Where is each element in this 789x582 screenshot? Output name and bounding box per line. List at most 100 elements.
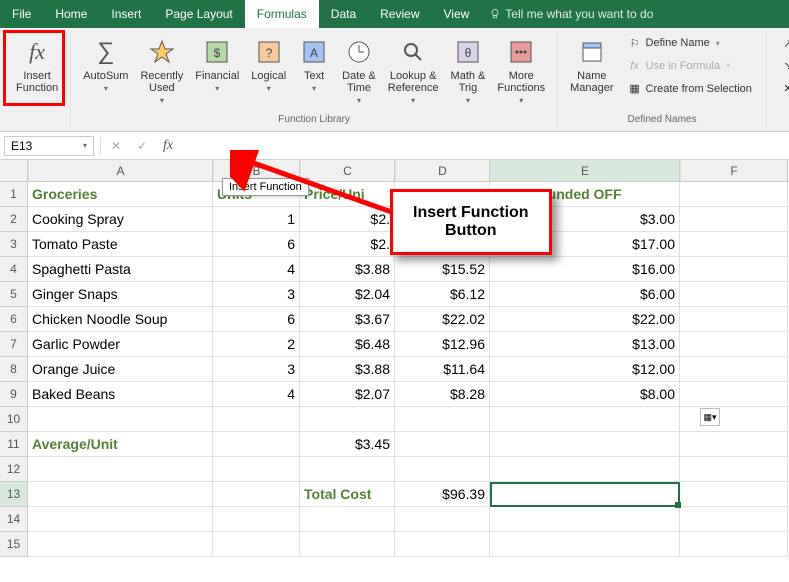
cell[interactable] — [680, 532, 788, 557]
cell[interactable]: $3.88 — [300, 357, 395, 382]
cell[interactable] — [395, 407, 490, 432]
cell[interactable]: 6 — [213, 307, 300, 332]
cell[interactable]: $3.67 — [300, 307, 395, 332]
more-functions-button[interactable]: More Functions▾ — [491, 32, 551, 109]
cell[interactable]: $8.00 — [490, 382, 680, 407]
cell[interactable]: Price/Uni — [300, 182, 395, 207]
cell[interactable]: $12.00 — [490, 357, 680, 382]
cell[interactable] — [490, 457, 680, 482]
row-header[interactable]: 3 — [0, 232, 28, 257]
cell[interactable] — [680, 457, 788, 482]
row-header[interactable]: 8 — [0, 357, 28, 382]
cell[interactable]: $2. — [300, 232, 395, 257]
cell[interactable]: 2 — [213, 332, 300, 357]
cell[interactable] — [28, 532, 213, 557]
tab-page-layout[interactable]: Page Layout — [153, 0, 244, 28]
cell[interactable]: 3 — [213, 282, 300, 307]
text-button[interactable]: A Text▾ — [292, 32, 336, 97]
row-header[interactable]: 15 — [0, 532, 28, 557]
cell[interactable] — [680, 507, 788, 532]
cell[interactable]: $16.00 — [490, 257, 680, 282]
cell[interactable] — [680, 482, 788, 507]
cell[interactable] — [213, 532, 300, 557]
cell[interactable]: $13.00 — [490, 332, 680, 357]
cell[interactable]: 6 — [213, 232, 300, 257]
cell[interactable] — [490, 507, 680, 532]
cell[interactable] — [680, 307, 788, 332]
cell[interactable]: Average/Unit — [28, 432, 213, 457]
cell[interactable] — [213, 457, 300, 482]
tab-home[interactable]: Home — [43, 0, 99, 28]
cell[interactable]: Baked Beans — [28, 382, 213, 407]
financial-button[interactable]: $ Financial▾ — [189, 32, 245, 97]
cell[interactable] — [680, 282, 788, 307]
insert-function-fx-button[interactable]: fx — [155, 136, 181, 156]
cell[interactable] — [395, 432, 490, 457]
row-header[interactable]: 7 — [0, 332, 28, 357]
cell[interactable] — [28, 457, 213, 482]
tab-insert[interactable]: Insert — [99, 0, 153, 28]
cell[interactable]: Ginger Snaps — [28, 282, 213, 307]
cell[interactable]: 4 — [213, 382, 300, 407]
col-header-d[interactable]: D — [395, 160, 490, 181]
cell[interactable]: Tomato Paste — [28, 232, 213, 257]
row-header[interactable]: 9 — [0, 382, 28, 407]
cell[interactable]: $22.02 — [395, 307, 490, 332]
col-header-e[interactable]: E — [490, 160, 680, 181]
tab-file[interactable]: File — [0, 0, 43, 28]
use-in-formula-button[interactable]: fxUse in Formula▾ — [624, 58, 756, 74]
name-box-dropdown-icon[interactable]: ▾ — [83, 141, 87, 150]
cell[interactable]: $6.12 — [395, 282, 490, 307]
cell[interactable] — [300, 532, 395, 557]
cell[interactable] — [300, 407, 395, 432]
cell[interactable] — [490, 482, 680, 507]
logical-button[interactable]: ? Logical▾ — [245, 32, 292, 97]
cell[interactable]: Groceries — [28, 182, 213, 207]
cell[interactable]: $12.96 — [395, 332, 490, 357]
cell[interactable] — [300, 507, 395, 532]
create-from-selection-button[interactable]: ▦Create from Selection — [624, 81, 756, 97]
cell[interactable] — [680, 382, 788, 407]
cell[interactable] — [680, 407, 788, 432]
cell[interactable] — [680, 357, 788, 382]
cell[interactable]: $3.88 — [300, 257, 395, 282]
cell[interactable]: $22.00 — [490, 307, 680, 332]
tell-me-search[interactable]: Tell me what you want to do — [481, 0, 661, 28]
cancel-formula-button[interactable]: ✕ — [103, 136, 129, 156]
cell[interactable] — [490, 532, 680, 557]
row-header[interactable]: 2 — [0, 207, 28, 232]
cell[interactable] — [213, 407, 300, 432]
accept-formula-button[interactable]: ✓ — [129, 136, 155, 156]
cell[interactable]: $6.00 — [490, 282, 680, 307]
cell[interactable] — [213, 482, 300, 507]
cell[interactable]: $96.39 — [395, 482, 490, 507]
cell[interactable]: Chicken Noodle Soup — [28, 307, 213, 332]
row-header[interactable]: 10 — [0, 407, 28, 432]
select-all-corner[interactable] — [0, 160, 28, 181]
row-header[interactable]: 11 — [0, 432, 28, 457]
date-time-button[interactable]: Date & Time▾ — [336, 32, 382, 109]
lookup-button[interactable]: Lookup & Reference▾ — [382, 32, 445, 109]
cell[interactable] — [490, 407, 680, 432]
row-header[interactable]: 1 — [0, 182, 28, 207]
cell[interactable] — [680, 182, 788, 207]
tab-formulas[interactable]: Formulas — [245, 0, 319, 28]
cell[interactable]: Garlic Powder — [28, 332, 213, 357]
col-header-c[interactable]: C — [300, 160, 395, 181]
cell[interactable]: $8.28 — [395, 382, 490, 407]
row-header[interactable]: 14 — [0, 507, 28, 532]
cell[interactable]: $11.64 — [395, 357, 490, 382]
cell[interactable]: $15.52 — [395, 257, 490, 282]
cell[interactable] — [680, 232, 788, 257]
cell[interactable] — [213, 507, 300, 532]
row-header[interactable]: 13 — [0, 482, 28, 507]
trace-precedents-button[interactable]: ↗Trace — [777, 35, 789, 51]
cell[interactable] — [490, 432, 680, 457]
autosum-button[interactable]: ∑ AutoSum▾ — [77, 32, 134, 97]
cell[interactable] — [680, 257, 788, 282]
cell[interactable] — [395, 532, 490, 557]
col-header-a[interactable]: A — [28, 160, 213, 181]
cell[interactable] — [28, 407, 213, 432]
insert-function-button[interactable]: fx Insert Function — [10, 32, 64, 98]
cell[interactable] — [680, 432, 788, 457]
